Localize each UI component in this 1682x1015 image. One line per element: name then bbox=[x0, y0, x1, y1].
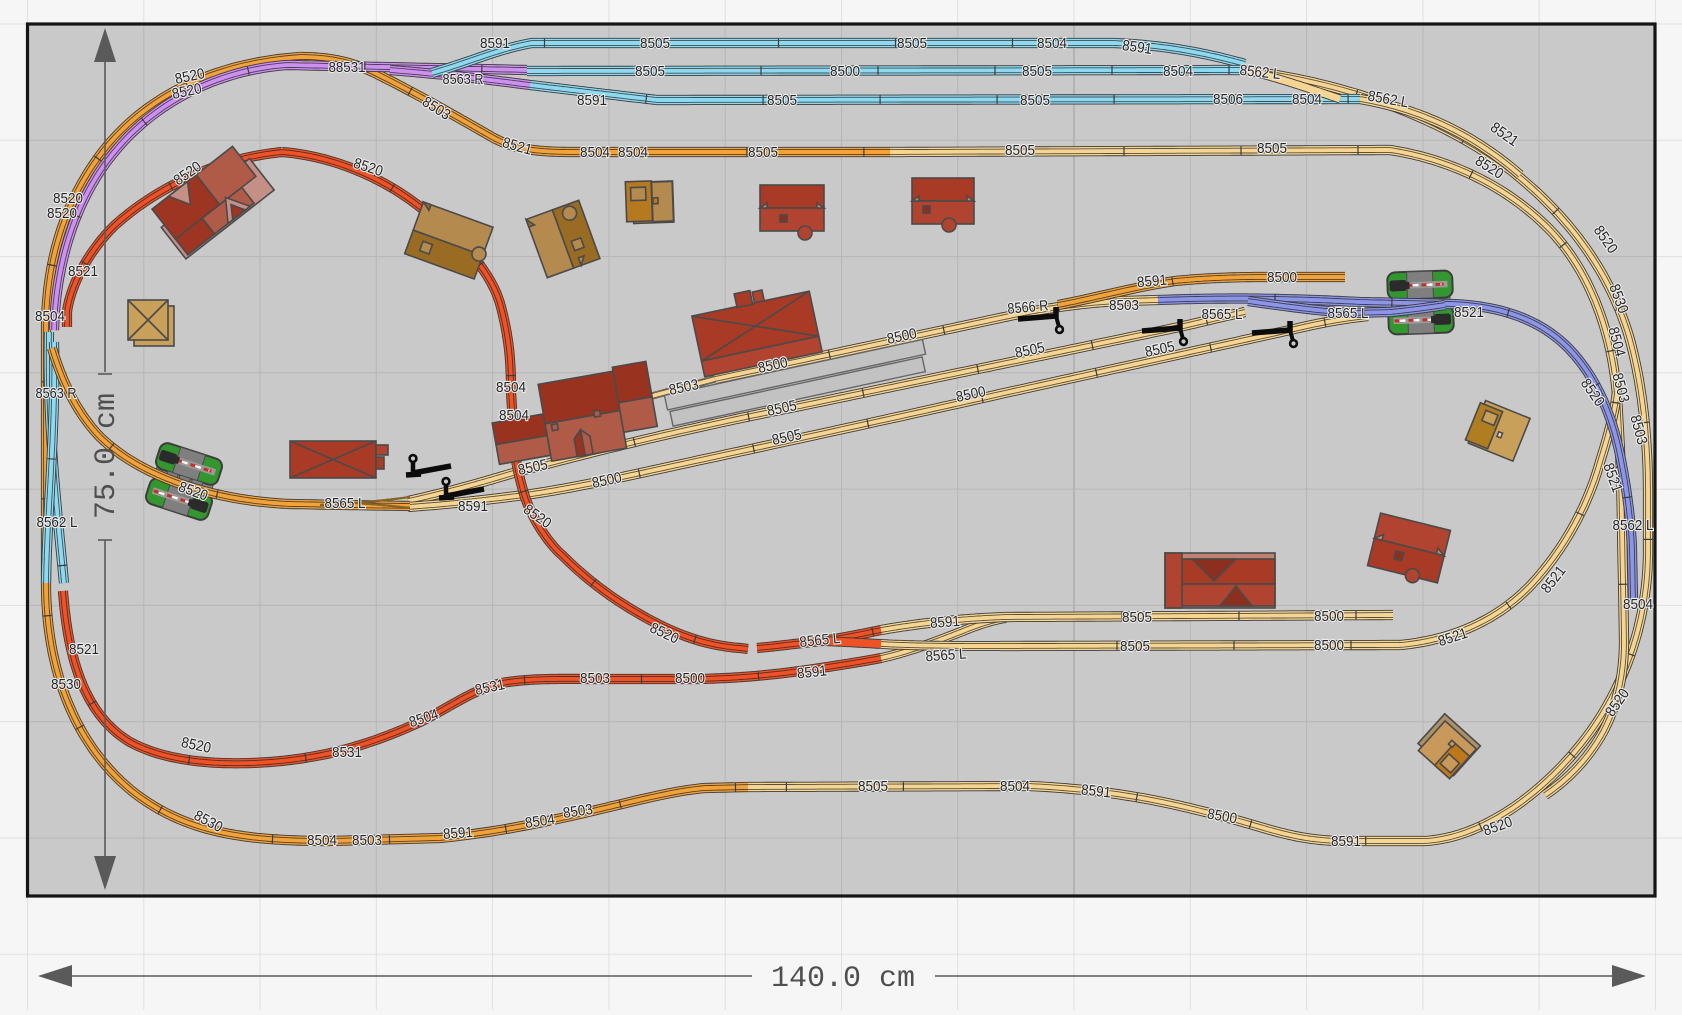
svg-text:8563 R: 8563 R bbox=[36, 385, 77, 402]
svg-text:8500: 8500 bbox=[1314, 608, 1344, 625]
svg-text:8531: 8531 bbox=[332, 744, 362, 761]
svg-text:8505: 8505 bbox=[1257, 140, 1287, 157]
svg-text:8504: 8504 bbox=[1163, 63, 1193, 80]
svg-text:8565 L: 8565 L bbox=[1202, 306, 1243, 323]
svg-text:8520: 8520 bbox=[47, 205, 77, 222]
svg-text:8504: 8504 bbox=[1037, 35, 1067, 52]
svg-text:8565 L: 8565 L bbox=[925, 646, 967, 666]
svg-text:8505: 8505 bbox=[767, 92, 797, 109]
svg-text:8505: 8505 bbox=[748, 144, 778, 161]
svg-text:8562 L: 8562 L bbox=[37, 514, 78, 531]
svg-text:8504: 8504 bbox=[496, 379, 526, 396]
svg-text:8503: 8503 bbox=[1109, 297, 1139, 314]
svg-text:8530: 8530 bbox=[51, 676, 81, 693]
svg-text:8591: 8591 bbox=[577, 92, 607, 109]
svg-text:8591: 8591 bbox=[796, 662, 828, 682]
svg-text:8504: 8504 bbox=[580, 144, 610, 161]
svg-text:8505: 8505 bbox=[1005, 142, 1035, 159]
svg-text:8506: 8506 bbox=[1213, 91, 1243, 108]
svg-text:8521: 8521 bbox=[1454, 304, 1484, 321]
svg-text:8505: 8505 bbox=[1020, 92, 1050, 109]
svg-text:8521: 8521 bbox=[69, 641, 99, 658]
svg-text:8505: 8505 bbox=[1022, 63, 1052, 80]
svg-text:8591: 8591 bbox=[442, 824, 473, 843]
svg-text:8563 R: 8563 R bbox=[443, 71, 484, 88]
svg-text:8504: 8504 bbox=[307, 832, 337, 849]
svg-text:8505: 8505 bbox=[897, 35, 927, 52]
svg-text:8504: 8504 bbox=[1292, 91, 1322, 108]
svg-text:140.0 cm: 140.0 cm bbox=[771, 962, 915, 996]
svg-text:8505: 8505 bbox=[640, 35, 670, 52]
svg-text:8504: 8504 bbox=[1000, 778, 1030, 795]
svg-text:8565 L: 8565 L bbox=[1328, 305, 1369, 322]
svg-text:8504: 8504 bbox=[618, 144, 648, 161]
svg-text:8591: 8591 bbox=[1331, 833, 1361, 850]
svg-text:88531: 88531 bbox=[329, 59, 366, 76]
svg-text:8505: 8505 bbox=[1122, 609, 1152, 626]
svg-text:8503: 8503 bbox=[580, 670, 610, 687]
svg-text:8505: 8505 bbox=[1120, 638, 1150, 655]
svg-text:8565 L: 8565 L bbox=[325, 495, 366, 512]
svg-text:8504: 8504 bbox=[499, 407, 529, 424]
svg-text:8505: 8505 bbox=[635, 63, 665, 80]
svg-text:8505: 8505 bbox=[858, 778, 888, 795]
svg-text:8500: 8500 bbox=[1267, 269, 1297, 286]
svg-text:8591: 8591 bbox=[929, 613, 960, 632]
svg-text:8591: 8591 bbox=[458, 498, 488, 515]
svg-text:8500: 8500 bbox=[830, 63, 860, 80]
svg-text:8504: 8504 bbox=[1623, 596, 1653, 613]
svg-text:8591: 8591 bbox=[480, 35, 510, 52]
svg-text:8503: 8503 bbox=[352, 832, 382, 849]
svg-text:8591: 8591 bbox=[1080, 781, 1112, 801]
svg-text:8521: 8521 bbox=[68, 263, 98, 280]
svg-text:75.0 cm: 75.0 cm bbox=[90, 393, 124, 519]
svg-text:8562 L: 8562 L bbox=[1613, 517, 1654, 534]
svg-text:8591: 8591 bbox=[1136, 272, 1167, 292]
svg-text:8500: 8500 bbox=[675, 670, 705, 687]
svg-text:8504: 8504 bbox=[35, 308, 65, 325]
svg-text:8500: 8500 bbox=[1314, 637, 1344, 654]
svg-text:8566 R: 8566 R bbox=[1007, 297, 1049, 318]
